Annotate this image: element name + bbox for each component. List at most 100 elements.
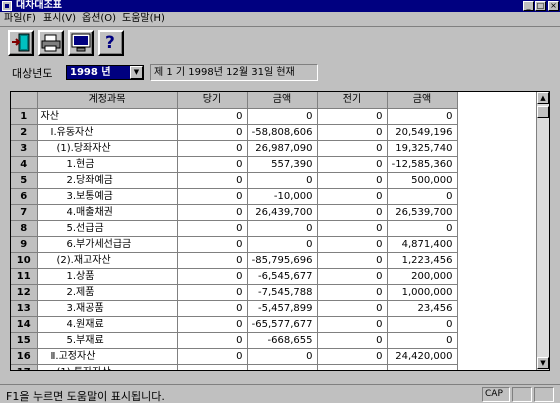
table-row[interactable]: 15 5.부재료 0 -668,655 0 0 — [11, 332, 458, 349]
current-amount-cell[interactable] — [247, 364, 318, 370]
account-cell[interactable]: 1.현금 — [37, 156, 178, 173]
prior-amount-header[interactable]: 금액 — [387, 92, 458, 109]
screen-preview-button[interactable] — [68, 30, 94, 56]
prior-period-cell[interactable]: 0 — [317, 108, 388, 125]
prior-period-cell[interactable]: 0 — [317, 300, 388, 317]
dropdown-arrow-icon[interactable]: ▼ — [130, 66, 143, 79]
account-cell[interactable]: 3.재공품 — [37, 300, 178, 317]
account-cell[interactable]: 3.보통예금 — [37, 188, 178, 205]
prior-period-cell[interactable]: 0 — [317, 220, 388, 237]
account-cell[interactable]: 5.선급금 — [37, 220, 178, 237]
current-period-cell[interactable]: 0 — [177, 252, 248, 269]
prior-period-cell[interactable]: 0 — [317, 156, 388, 173]
table-row[interactable]: 1 자산 0 0 0 0 — [11, 108, 458, 125]
row-number[interactable]: 7 — [11, 204, 38, 221]
row-number[interactable]: 14 — [11, 316, 38, 333]
current-amount-cell[interactable]: -7,545,788 — [247, 284, 318, 301]
account-cell[interactable]: (1).투자자산 — [37, 364, 178, 370]
prior-period-cell[interactable]: 0 — [317, 172, 388, 189]
prior-amount-cell[interactable]: 20,549,196 — [387, 124, 458, 141]
menu-view[interactable]: 표시(V) — [43, 13, 76, 25]
current-amount-cell[interactable]: 557,390 — [247, 156, 318, 173]
year-combobox[interactable]: 1998 년 ▼ — [66, 65, 144, 80]
prior-amount-cell[interactable]: 0 — [387, 316, 458, 333]
current-period-cell[interactable]: 0 — [177, 348, 248, 365]
current-period-cell[interactable]: 0 — [177, 300, 248, 317]
help-button[interactable]: ? — [98, 30, 124, 56]
prior-period-header[interactable]: 전기 — [317, 92, 388, 109]
prior-period-cell[interactable]: 0 — [317, 236, 388, 253]
row-number[interactable]: 12 — [11, 284, 38, 301]
current-amount-cell[interactable]: -6,545,677 — [247, 268, 318, 285]
row-number[interactable]: 8 — [11, 220, 38, 237]
table-row[interactable]: 17(1).투자자산 — [11, 364, 458, 370]
prior-period-cell[interactable]: 0 — [317, 188, 388, 205]
row-number[interactable]: 15 — [11, 332, 38, 349]
account-cell[interactable]: Ⅰ.유동자산 — [37, 124, 178, 141]
current-period-cell[interactable]: 0 — [177, 204, 248, 221]
current-amount-cell[interactable]: 0 — [247, 220, 318, 237]
current-amount-cell[interactable]: -10,000 — [247, 188, 318, 205]
prior-period-cell[interactable]: 0 — [317, 204, 388, 221]
menu-help[interactable]: 도움말(H) — [122, 13, 165, 25]
row-number[interactable]: 2 — [11, 124, 38, 141]
prior-amount-cell[interactable]: 200,000 — [387, 268, 458, 285]
current-period-cell[interactable]: 0 — [177, 108, 248, 125]
current-period-header[interactable]: 당기 — [177, 92, 248, 109]
prior-period-cell[interactable]: 0 — [317, 268, 388, 285]
table-row[interactable]: 12 2.제품 0 -7,545,788 0 1,000,000 — [11, 284, 458, 301]
menu-file[interactable]: 파일(F) — [4, 13, 36, 25]
row-number[interactable]: 1 — [11, 108, 38, 125]
prior-period-cell[interactable]: 0 — [317, 140, 388, 157]
account-cell[interactable]: 2.당좌예금 — [37, 172, 178, 189]
prior-period-cell[interactable] — [317, 364, 388, 370]
current-period-cell[interactable]: 0 — [177, 316, 248, 333]
vertical-scrollbar[interactable]: ▲ ▼ — [536, 92, 549, 370]
account-header[interactable]: 계정과목 — [37, 92, 178, 109]
row-number[interactable]: 11 — [11, 268, 38, 285]
close-button[interactable]: × — [548, 1, 559, 11]
table-row[interactable]: 5 2.당좌예금 0 0 0 500,000 — [11, 172, 458, 189]
current-period-cell[interactable]: 0 — [177, 220, 248, 237]
account-cell[interactable]: 4.매출채권 — [37, 204, 178, 221]
row-number[interactable]: 3 — [11, 140, 38, 157]
row-number[interactable]: 4 — [11, 156, 38, 173]
current-amount-cell[interactable]: 0 — [247, 348, 318, 365]
scroll-up-icon[interactable]: ▲ — [537, 92, 549, 104]
current-amount-cell[interactable]: 0 — [247, 172, 318, 189]
current-amount-cell[interactable]: 0 — [247, 236, 318, 253]
prior-amount-cell[interactable]: 0 — [387, 332, 458, 349]
current-amount-cell[interactable]: -85,795,696 — [247, 252, 318, 269]
app-icon[interactable] — [2, 1, 12, 11]
current-amount-cell[interactable]: -668,655 — [247, 332, 318, 349]
current-period-cell[interactable]: 0 — [177, 268, 248, 285]
prior-period-cell[interactable]: 0 — [317, 252, 388, 269]
exit-button[interactable] — [8, 30, 34, 56]
prior-amount-cell[interactable]: 4,871,400 — [387, 236, 458, 253]
prior-period-cell[interactable]: 0 — [317, 124, 388, 141]
account-cell[interactable]: (2).재고자산 — [37, 252, 178, 269]
current-amount-cell[interactable]: -65,577,677 — [247, 316, 318, 333]
account-cell[interactable]: 자산 — [37, 108, 178, 125]
prior-amount-cell[interactable]: 1,223,456 — [387, 252, 458, 269]
table-row[interactable]: 6 3.보통예금 0 -10,000 0 0 — [11, 188, 458, 205]
prior-amount-cell[interactable]: 1,000,000 — [387, 284, 458, 301]
current-period-cell[interactable]: 0 — [177, 188, 248, 205]
row-number[interactable]: 16 — [11, 348, 38, 365]
table-row[interactable]: 14 4.원재료 0 -65,577,677 0 0 — [11, 316, 458, 333]
prior-period-cell[interactable]: 0 — [317, 316, 388, 333]
current-amount-cell[interactable]: 0 — [247, 108, 318, 125]
prior-period-cell[interactable]: 0 — [317, 332, 388, 349]
current-period-cell[interactable]: 0 — [177, 140, 248, 157]
table-row[interactable]: 10 (2).재고자산 0 -85,795,696 0 1,223,456 — [11, 252, 458, 269]
prior-amount-cell[interactable]: 19,325,740 — [387, 140, 458, 157]
row-number[interactable]: 17 — [11, 364, 38, 370]
table-row[interactable]: 8 5.선급금 0 0 0 0 — [11, 220, 458, 237]
current-period-cell[interactable]: 0 — [177, 156, 248, 173]
minimize-button[interactable]: _ — [523, 1, 534, 11]
table-row[interactable]: 2 Ⅰ.유동자산 0 -58,808,606 0 20,549,196 — [11, 124, 458, 141]
current-period-cell[interactable]: 0 — [177, 236, 248, 253]
row-number[interactable]: 10 — [11, 252, 38, 269]
account-cell[interactable]: 6.부가세선급금 — [37, 236, 178, 253]
prior-amount-cell[interactable]: 23,456 — [387, 300, 458, 317]
